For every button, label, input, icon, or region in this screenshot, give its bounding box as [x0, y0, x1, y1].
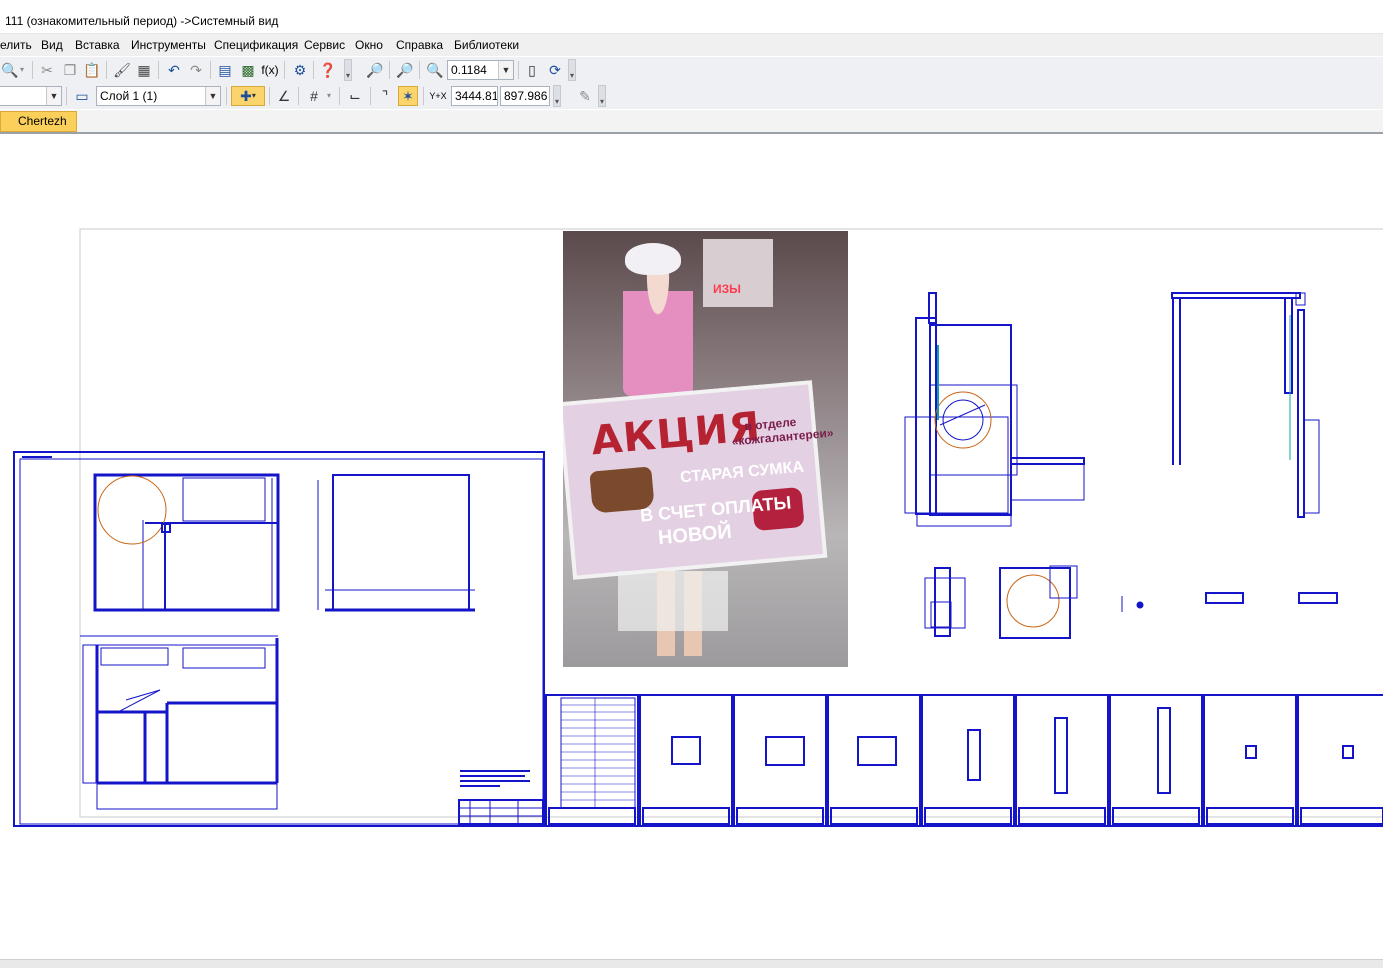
zoom-select[interactable]: 0.1184 ▼	[447, 60, 514, 80]
snap-icon[interactable]: ✚ ▾	[231, 86, 265, 106]
menu-item-window[interactable]: Окно	[355, 38, 383, 52]
current-state-toolbar: ▼ ▭ Слой 1 (1) ▼ ✚ ▾ ∠ # ▾ ⌙ ⌝ ✶ Y+X 3444…	[0, 83, 1383, 109]
zoom-value: 0.1184	[451, 63, 487, 77]
layer-value: Слой 1 (1)	[100, 89, 158, 103]
document-tabs: Chertezh	[0, 110, 1383, 134]
coord-label: Y+X	[429, 90, 447, 101]
chevron-down-icon[interactable]: ▾	[17, 60, 27, 80]
coord-x-field[interactable]: 3444.81	[451, 86, 498, 106]
menu-item-edit[interactable]: елить	[0, 38, 32, 52]
spec-table-lines	[561, 698, 635, 808]
library-icon[interactable]: ▩	[238, 60, 258, 80]
menu-item-libraries[interactable]: Библиотеки	[454, 38, 519, 52]
binding-icon[interactable]: ✶	[398, 86, 418, 106]
help-pointer-icon[interactable]: ❓	[318, 60, 338, 80]
right-small-drawings	[924, 565, 1338, 639]
chevron-down-icon[interactable]: ▼	[205, 87, 220, 105]
chevron-down-icon[interactable]: ▼	[498, 61, 513, 79]
window-title: 111 (ознакомительный период) ->Системный…	[5, 14, 279, 28]
menu-item-view[interactable]: Вид	[41, 38, 63, 52]
zoom-window-icon[interactable]: 🔎	[365, 60, 385, 80]
ortho-icon[interactable]: ∠	[274, 86, 294, 106]
stand-base	[618, 571, 728, 631]
cut-icon[interactable]: ✂	[37, 60, 57, 80]
menu-item-specification[interactable]: Спецификация	[214, 38, 298, 52]
zoom-in-icon[interactable]: 🔍	[425, 60, 445, 80]
store-neon: ИЗЫ	[713, 282, 741, 296]
tab-chertezh[interactable]: Chertezh	[0, 111, 77, 132]
store-sign	[703, 239, 773, 307]
paste-icon[interactable]: 📋	[82, 60, 102, 80]
copy-icon[interactable]: ❐	[60, 60, 80, 80]
toolbar-grip[interactable]: ▾	[568, 59, 576, 81]
formula-icon[interactable]: f(x)	[260, 60, 280, 80]
toolbar-grip[interactable]: ▾	[598, 85, 606, 107]
drawing-canvas[interactable]: ИЗЫ АКЦИЯ в отделе «кожгалантереи» СТАРА…	[0, 136, 1383, 959]
menu-item-help[interactable]: Справка	[396, 38, 443, 52]
coord-y-field[interactable]: 897.986	[500, 86, 550, 106]
local-cs-icon[interactable]: ⌙	[345, 86, 365, 106]
chevron-down-icon[interactable]: ▾	[324, 86, 334, 106]
menu-item-insert[interactable]: Вставка	[75, 38, 120, 52]
layer-icon[interactable]: ▭	[72, 86, 92, 106]
standard-toolbar: 🔍 ▾ ✂ ❐ 📋 🖌 ▦ ↶ ↷ ▤ ▩ f(x) ⚙ ❓ ▾ 🔎 🔎 🔍 0…	[0, 57, 1383, 83]
format-brush-icon[interactable]: 🖌	[112, 60, 132, 80]
zoom-all-icon[interactable]: 🔎	[395, 60, 415, 80]
left-sheet-notes	[460, 770, 530, 787]
redo-icon[interactable]: ↷	[186, 60, 206, 80]
right-top-drawing-2	[1171, 292, 1320, 518]
mannequin-hat	[625, 243, 681, 275]
right-top-drawing-1	[904, 292, 1085, 527]
status-bar	[0, 959, 1383, 968]
menu-item-tools[interactable]: Инструменты	[131, 38, 206, 52]
refresh-icon[interactable]: ▯	[522, 60, 542, 80]
menu-bar: елить Вид Вставка Инструменты Спецификац…	[0, 33, 1383, 56]
undo-icon[interactable]: ↶	[164, 60, 184, 80]
sheet-strip	[545, 694, 1383, 827]
left-drawing-sheet	[13, 451, 545, 827]
parameters-icon[interactable]: ✎	[575, 86, 595, 106]
round-icon[interactable]: ⌝	[375, 86, 395, 106]
layer-select[interactable]: Слой 1 (1) ▼	[96, 86, 221, 106]
regenerate-icon[interactable]: ⟳	[545, 60, 565, 80]
toolbar-grip[interactable]: ▾	[553, 85, 561, 107]
title-bar: 111 (ознакомительный период) ->Системный…	[0, 0, 1383, 33]
style-select[interactable]: ▼	[0, 86, 62, 106]
toolbar-grip[interactable]: ▾	[344, 59, 352, 81]
inserted-photo[interactable]: ИЗЫ АКЦИЯ в отделе «кожгалантереи» СТАРА…	[563, 231, 848, 667]
grid-icon[interactable]: #	[304, 86, 324, 106]
app-window: 111 (ознакомительный период) ->Системный…	[0, 0, 1383, 968]
menu-item-service[interactable]: Сервис	[304, 38, 345, 52]
manager-icon[interactable]: ▤	[215, 60, 235, 80]
properties-icon[interactable]: ▦	[134, 60, 154, 80]
variables-icon[interactable]: ⚙	[290, 60, 310, 80]
chevron-down-icon[interactable]: ▼	[46, 87, 61, 105]
